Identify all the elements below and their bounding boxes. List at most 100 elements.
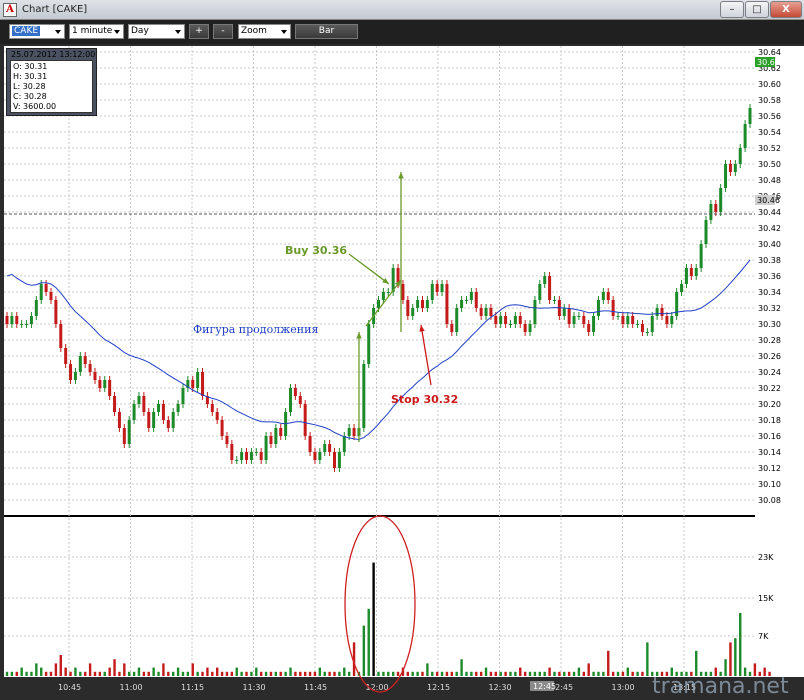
price-tick-label: 30.22 (758, 384, 781, 393)
volume-bar (35, 663, 38, 676)
volume-bar (563, 671, 566, 676)
price-tick-label: 30.12 (758, 464, 781, 473)
candle-body (440, 284, 444, 292)
volume-bar (54, 663, 58, 676)
candle-body (137, 396, 141, 404)
zoom-out-button[interactable]: - (213, 24, 233, 39)
price-tick-label: 30.08 (758, 496, 781, 505)
candle-body (733, 164, 737, 172)
window-title: Chart [CAKE] (22, 4, 88, 15)
window-titlebar: A Chart [CAKE] – □ X (0, 0, 804, 20)
candle-body (640, 324, 644, 332)
candle-body (69, 364, 73, 380)
info-low: L: 30.28 (13, 82, 46, 91)
candle-body (416, 300, 420, 308)
zoom-select[interactable]: Zoom (238, 24, 291, 39)
volume-bar (269, 671, 273, 676)
interval-value: 1 minute (72, 26, 113, 36)
crosshair-time-label: 12:45 (533, 682, 556, 691)
volume-bar (132, 671, 136, 676)
volume-bar (455, 671, 458, 676)
candle-body (645, 332, 649, 333)
volume-bar (108, 667, 111, 676)
volume-bar (396, 671, 400, 676)
symbol-select[interactable]: CAKE (9, 24, 65, 39)
volume-bar (597, 671, 600, 676)
volume-bar (157, 671, 160, 676)
candle-body (318, 452, 322, 460)
candle-body (308, 436, 312, 452)
candle-body (538, 284, 542, 300)
price-tick-label: 30.18 (758, 416, 781, 425)
volume-bar (49, 671, 53, 676)
price-tick-label: 30.40 (758, 240, 781, 249)
volume-bar (93, 671, 97, 676)
candle-body (582, 316, 586, 324)
volume-bar (367, 608, 370, 676)
volume-bar (504, 671, 507, 676)
candle-body (132, 404, 136, 420)
candle-body (601, 292, 605, 300)
candle-body (98, 380, 102, 388)
volume-bar (245, 671, 248, 676)
price-tick-label: 30.58 (758, 96, 781, 105)
candle-body (386, 292, 390, 293)
info-volume: V: 3600.00 (13, 102, 57, 111)
volume-bar (636, 671, 639, 676)
interval-select[interactable]: 1 minute (69, 24, 124, 39)
volume-bar (113, 659, 116, 676)
zoom-in-button[interactable]: + (189, 24, 209, 39)
volume-bar (509, 671, 512, 676)
candle-body (567, 308, 571, 324)
candle-body (127, 420, 131, 444)
candle-body (724, 164, 728, 188)
candle-body (508, 324, 512, 325)
price-tick-label: 30.56 (758, 112, 781, 121)
candle-body (161, 404, 165, 420)
range-select[interactable]: Day (128, 24, 185, 39)
volume-bar (25, 671, 28, 676)
price-tick-label: 30.24 (758, 368, 781, 377)
price-chart[interactable]: 30.6430.6230.6030.5830.5630.5430.5230.50… (0, 44, 804, 700)
maximize-button[interactable]: □ (745, 1, 769, 18)
volume-bar (123, 663, 126, 676)
volume-bar (10, 671, 14, 676)
volume-bar (489, 671, 493, 676)
candle-body (362, 364, 366, 428)
volume-bar (611, 671, 615, 676)
candle-body (743, 124, 747, 148)
time-tick-label: 12:30 (489, 683, 512, 692)
candle-body (39, 284, 43, 300)
volume-bar (592, 671, 595, 676)
volume-bar (128, 671, 131, 676)
volume-bar (616, 671, 620, 676)
volume-bar (259, 671, 263, 676)
candle-body (689, 268, 693, 276)
chevron-down-icon (114, 30, 120, 34)
minimize-button[interactable]: – (720, 1, 744, 18)
chevron-down-icon (55, 30, 61, 34)
candle-body (435, 284, 439, 292)
candle-body (323, 444, 327, 452)
volume-bar (499, 671, 502, 676)
volume-tick-label: 23K (758, 553, 774, 562)
volume-bar (137, 667, 141, 676)
volume-bar (235, 667, 238, 676)
volume-bar (572, 671, 576, 676)
chart-type-button[interactable]: Bar (295, 24, 358, 39)
close-button[interactable]: X (770, 1, 802, 18)
price-tick-label: 30.16 (758, 432, 781, 441)
price-tick-label: 30.36 (758, 272, 781, 281)
info-timestamp: 25.07.2012 13:12:00 (11, 50, 96, 59)
price-tick-label: 30.44 (758, 208, 781, 217)
volume-bar (734, 638, 737, 676)
volume-bar (479, 671, 483, 676)
candle-body (655, 308, 659, 316)
price-tick-label: 30.10 (758, 480, 781, 489)
price-tick-label: 30.52 (758, 144, 781, 153)
volume-bar (460, 659, 463, 676)
candle-body (347, 428, 351, 436)
candle-body (78, 356, 82, 372)
volume-bar (191, 663, 194, 676)
volume-bar (646, 642, 649, 676)
